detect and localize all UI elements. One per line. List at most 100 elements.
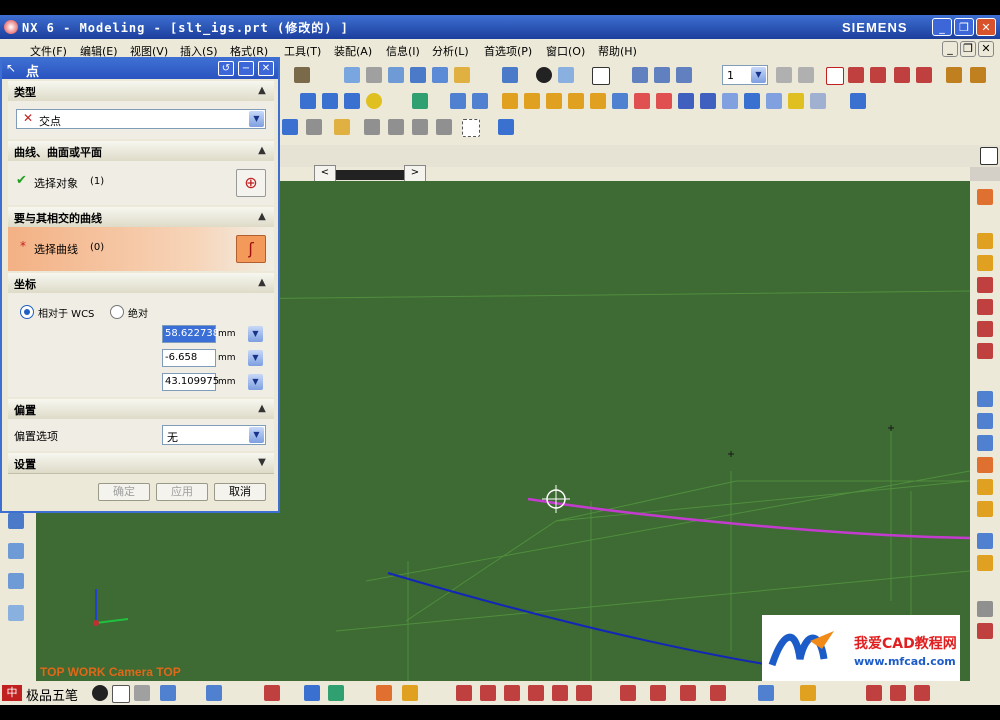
toolbar-icon[interactable] xyxy=(264,685,280,701)
navigator-icon[interactable] xyxy=(8,513,24,529)
toolbar-icon[interactable] xyxy=(462,119,480,137)
select-object-label[interactable]: 选择对象 xyxy=(34,175,78,191)
radio-relative-wcs[interactable] xyxy=(20,305,34,319)
toolbar-icon[interactable] xyxy=(946,67,962,83)
toolbar-icon[interactable] xyxy=(304,685,320,701)
toolbar-icon[interactable] xyxy=(914,685,930,701)
ime-keyboard-icon[interactable] xyxy=(134,685,150,701)
toolbar-icon[interactable] xyxy=(412,93,428,109)
reset-button[interactable]: ↺ xyxy=(218,61,234,76)
toolbar-icon[interactable] xyxy=(977,321,993,337)
toolbar-icon[interactable] xyxy=(850,93,866,109)
toolbar-icon[interactable] xyxy=(328,685,344,701)
section-offset-header[interactable]: 偏置 ▲ xyxy=(8,399,274,420)
menu-assembly[interactable]: 装配(A) xyxy=(334,43,372,59)
toolbar-icon[interactable] xyxy=(502,67,518,83)
toolbar-icon[interactable] xyxy=(977,277,993,293)
dialog-collapse-button[interactable]: − xyxy=(238,61,254,76)
toolbar-icon[interactable] xyxy=(977,189,993,205)
toolbar-icon[interactable] xyxy=(977,601,993,617)
toolbar-icon[interactable] xyxy=(826,67,844,85)
menu-tools[interactable]: 工具(T) xyxy=(284,43,321,59)
toolbar-icon[interactable] xyxy=(656,93,672,109)
toolbar-icon[interactable] xyxy=(977,299,993,315)
curve-select-icon[interactable]: ʃ xyxy=(236,235,266,263)
toolbar-icon[interactable] xyxy=(364,119,380,135)
toolbar-icon[interactable] xyxy=(454,67,470,83)
select-curve-label[interactable]: 选择曲线 xyxy=(34,241,78,257)
dialog-pin-icon[interactable]: ↖ xyxy=(6,61,16,75)
z-menu-icon[interactable]: ▼ xyxy=(248,374,263,390)
toolbar-icon[interactable] xyxy=(788,93,804,109)
toolbar-icon[interactable] xyxy=(344,67,360,83)
toolbar-icon[interactable] xyxy=(536,67,552,83)
toolbar-icon[interactable] xyxy=(798,67,814,83)
toolbar-icon[interactable] xyxy=(388,119,404,135)
toolbar-icon[interactable] xyxy=(206,685,222,701)
toolbar-icon[interactable] xyxy=(970,67,986,83)
toolbar-icon[interactable] xyxy=(160,685,176,701)
toolbar-icon[interactable] xyxy=(758,685,774,701)
toolbar-icon[interactable] xyxy=(678,93,694,109)
cancel-button[interactable]: 取消 xyxy=(214,483,266,501)
minimize-button[interactable]: _ xyxy=(932,18,952,36)
toolbar-icon[interactable] xyxy=(504,685,520,701)
toolbar-icon[interactable] xyxy=(498,119,514,135)
toolbar-icon[interactable] xyxy=(848,67,864,83)
toolbar-icon[interactable] xyxy=(894,67,910,83)
toolbar-icon[interactable] xyxy=(592,67,610,85)
toolbar-icon[interactable] xyxy=(410,67,426,83)
menu-analysis[interactable]: 分析(L) xyxy=(432,43,469,59)
ime-punct-icon[interactable] xyxy=(112,685,130,703)
toolbar-icon[interactable] xyxy=(676,67,692,83)
toolbar-icon[interactable] xyxy=(502,93,518,109)
menu-preferences[interactable]: 首选项(P) xyxy=(484,43,532,59)
toolbar-icon[interactable] xyxy=(282,119,298,135)
toolbar-icon[interactable] xyxy=(480,685,496,701)
toolbar-icon[interactable] xyxy=(300,93,316,109)
y-coordinate-input[interactable]: -6.658 xyxy=(162,349,216,367)
toolbar-icon[interactable] xyxy=(620,685,636,701)
toolbar-icon[interactable] xyxy=(650,685,666,701)
toolbar-icon[interactable] xyxy=(334,119,350,135)
toolbar-icon[interactable] xyxy=(700,93,716,109)
menu-help[interactable]: 帮助(H) xyxy=(598,43,637,59)
x-coordinate-input[interactable]: 58.622738 xyxy=(162,325,219,343)
section-intersect-curve-header[interactable]: 要与其相交的曲线 ▲ xyxy=(8,207,274,228)
toolbar-icon[interactable] xyxy=(654,67,670,83)
roles-icon[interactable] xyxy=(8,605,24,621)
toolbar-icon[interactable] xyxy=(432,67,448,83)
toolbar-icon[interactable] xyxy=(722,93,738,109)
doc-minimize-button[interactable]: _ xyxy=(942,41,958,57)
toolbar-icon[interactable] xyxy=(436,119,452,135)
toolbar-icon[interactable] xyxy=(294,67,310,83)
offset-option-select[interactable]: 无 ▼ xyxy=(162,425,266,445)
toolbar-icon[interactable] xyxy=(977,343,993,359)
toolbar-icon[interactable] xyxy=(552,685,568,701)
menu-info[interactable]: 信息(I) xyxy=(386,43,420,59)
toolbar-icon[interactable] xyxy=(977,391,993,407)
toolbar-icon[interactable] xyxy=(977,533,993,549)
toolbar-icon[interactable] xyxy=(916,67,932,83)
palette-icon[interactable] xyxy=(8,573,24,589)
history-icon[interactable] xyxy=(8,543,24,559)
apply-button[interactable]: 应用 xyxy=(156,483,208,501)
toolbar-icon[interactable] xyxy=(456,685,472,701)
toolbar-icon[interactable] xyxy=(546,93,562,109)
y-menu-icon[interactable]: ▼ xyxy=(248,350,263,366)
toolbar-icon[interactable] xyxy=(977,435,993,451)
toolbar-icon[interactable] xyxy=(977,479,993,495)
toolbar-icon[interactable] xyxy=(977,555,993,571)
toolbar-icon[interactable] xyxy=(800,685,816,701)
restore-button[interactable]: ❐ xyxy=(954,18,974,36)
doc-restore-button[interactable]: ❐ xyxy=(960,41,976,57)
toolbar-icon[interactable] xyxy=(366,93,382,109)
section-settings-header[interactable]: 设置 ▼ xyxy=(8,453,274,474)
x-menu-icon[interactable]: ▼ xyxy=(248,326,263,342)
toolbar-icon[interactable] xyxy=(376,685,392,701)
fit-view-icon[interactable] xyxy=(980,147,998,165)
toolbar-icon[interactable] xyxy=(612,93,628,109)
section-type-header[interactable]: 类型 ▲ xyxy=(8,81,274,102)
scroll-thumb[interactable] xyxy=(336,170,404,180)
ime-icon[interactable]: 中 xyxy=(2,685,22,701)
